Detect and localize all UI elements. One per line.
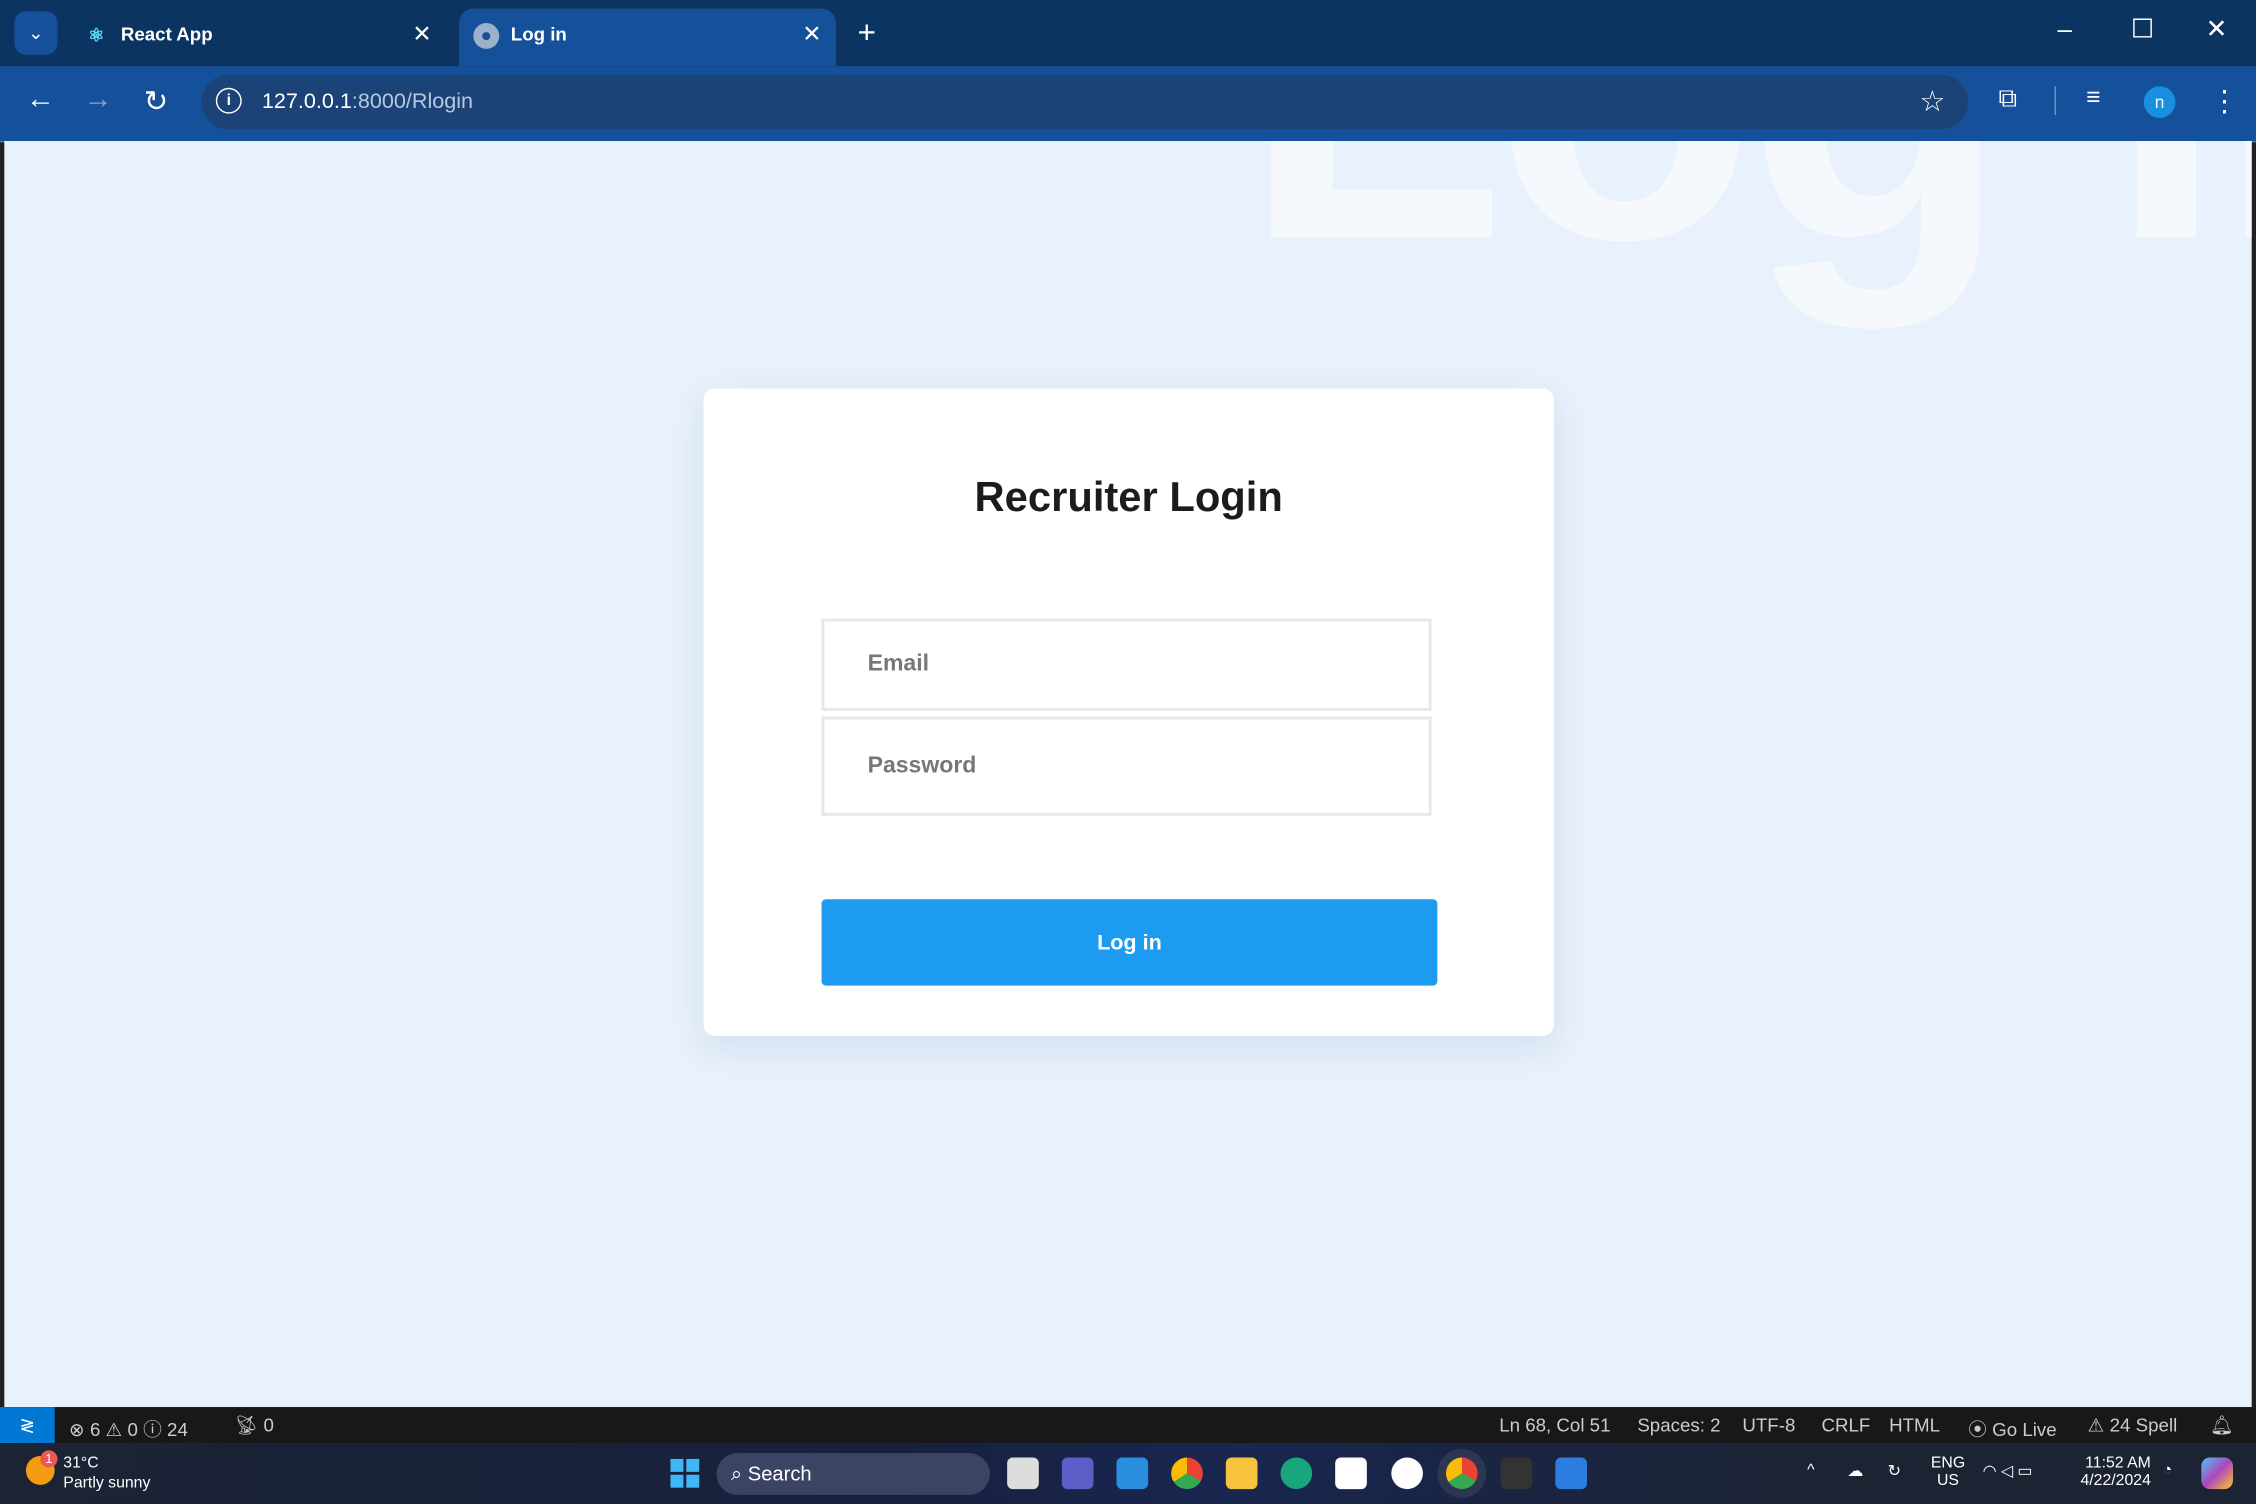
url-text[interactable]: 127.0.0.1:8000/Rlogin [262,89,473,113]
password-input[interactable] [824,719,1429,813]
chrome-active-icon[interactable] [1445,1457,1478,1490]
vscode-icon[interactable] [1116,1457,1149,1490]
indentation[interactable]: Spaces: 2 [1637,1414,1720,1436]
email-input[interactable] [824,621,1429,708]
lang: ENG [1930,1454,1966,1472]
network-volume-battery-icons[interactable]: ◠ ◁ ▭ [1983,1462,2033,1480]
close-window-button[interactable]: ✕ [2206,14,2228,44]
toolbar-divider [2054,86,2057,116]
clock[interactable]: 11:52 AM 4/22/2024 [2080,1455,2150,1490]
weather-desc[interactable]: Partly sunny [63,1475,150,1492]
bell-icon[interactable]: 🔔︎ [2210,1414,2234,1437]
language-indicator[interactable]: ENG US [1931,1455,1965,1490]
warning-count: 0 [127,1418,138,1441]
maximize-button[interactable]: ☐ [2131,14,2154,44]
address-bar[interactable]: i 127.0.0.1:8000/Rlogin ☆ [201,74,1969,130]
weather-temp[interactable]: 31°C [63,1455,98,1472]
app-icon[interactable] [1555,1457,1587,1490]
react-icon: ⚛ [88,24,105,47]
start-button[interactable] [670,1458,700,1488]
watermark-text: Log in [1242,141,2252,337]
close-tab-icon[interactable]: ✕ [412,20,431,49]
date: 4/22/2024 [2080,1471,2151,1490]
error-count: 6 [89,1418,101,1441]
login-card: Recruiter Login Log in [703,388,1554,1036]
browser-toolbar: ← → ↻ i 127.0.0.1:8000/Rlogin ☆ ⧉ ≡ n ⋮ [0,66,2256,143]
forward-button[interactable]: → [83,83,112,116]
password-field[interactable] [821,716,1432,816]
minimize-button[interactable]: – [2057,14,2071,44]
whatsapp-icon[interactable] [1391,1457,1423,1490]
file-explorer-icon[interactable] [1225,1457,1258,1490]
tab-log-in[interactable]: ● Log in ✕ [458,8,836,67]
taskbar-search[interactable]: ⌕ Search [716,1453,990,1495]
tab-react-app[interactable]: ⚛ React App ✕ [69,9,446,67]
problems-indicator[interactable]: ⊗ 6 ⚠ 0 ⓘ 24 [69,1414,188,1441]
media-controls-icon[interactable]: ≡ [2086,83,2100,112]
browser-tab-bar: ⌄ ⚛ React App ✕ ● Log in ✕ + – ☐ ✕ [0,0,2256,67]
login-button[interactable]: Log in [821,899,1438,986]
profile-avatar[interactable]: n [2143,86,2176,118]
spell-label: 24 Spell [2109,1414,2178,1436]
tab-label: Log in [510,23,567,45]
onedrive-icon[interactable]: ☁ [1847,1462,1863,1480]
weather-badge: 1 [40,1450,58,1468]
language-mode[interactable]: HTML [1889,1414,1940,1436]
site-info-icon[interactable]: i [215,87,242,114]
search-label: Search [747,1461,812,1485]
info-count: 24 [167,1418,188,1441]
ports-indicator[interactable]: 📡︎ 0 [235,1414,274,1437]
edge-icon[interactable] [1280,1457,1313,1490]
line-ending[interactable]: CRLF [1821,1414,1870,1436]
encoding[interactable]: UTF-8 [1742,1414,1795,1436]
menu-icon[interactable]: ⋮ [2210,83,2239,119]
task-view-icon[interactable] [1007,1457,1039,1490]
spell-indicator[interactable]: ⚠ 24 Spell [2088,1414,2178,1437]
windows-taskbar: 1 31°C Partly sunny ⌕ Search ^ ☁ ↻ ENG US… [0,1443,2256,1504]
go-live-button[interactable]: ⦿ Go Live [1968,1414,2056,1441]
vscode-status-bar: ≷ ⊗ 6 ⚠ 0 ⓘ 24 📡︎ 0 Ln 68, Col 51 Spaces… [0,1407,2256,1444]
remote-icon[interactable]: ≷ [0,1407,55,1444]
new-tab-button[interactable]: + [858,14,877,51]
email-field[interactable] [821,618,1432,711]
region: US [1937,1471,1959,1490]
notification-icon[interactable]: ◔ [2162,1462,2172,1479]
reload-button[interactable]: ↻ [144,83,168,119]
page-content: Log in Recruiter Login Log in [4,141,2252,1408]
teams-icon[interactable] [1061,1457,1094,1490]
time: 11:52 AM [2085,1454,2151,1472]
search-icon: ⌕ [730,1461,743,1485]
go-live-label: Go Live [1992,1418,2057,1441]
terminal-icon[interactable] [1500,1457,1533,1490]
page-title: Recruiter Login [974,474,1283,521]
globe-icon: ● [473,23,500,49]
url-host: 127.0.0.1 [261,89,352,114]
tab-label: React App [120,23,213,45]
bookmark-star-icon[interactable]: ☆ [1919,83,1945,119]
screen: ⌄ ⚛ React App ✕ ● Log in ✕ + – ☐ ✕ ← → ↻… [0,0,2256,1504]
cursor-position[interactable]: Ln 68, Col 51 [1499,1414,1610,1436]
url-path: :8000/Rlogin [351,89,474,114]
extensions-icon[interactable]: ⧉ [1998,83,2017,113]
chrome-icon[interactable] [1171,1457,1203,1490]
tab-search-button[interactable]: ⌄ [14,11,58,55]
close-tab-icon[interactable]: ✕ [802,20,821,49]
sync-icon[interactable]: ↻ [1888,1462,1901,1480]
back-button[interactable]: ← [26,83,55,116]
tray-overflow-icon[interactable]: ^ [1807,1462,1814,1479]
store-icon[interactable] [1335,1457,1367,1490]
copilot-icon[interactable] [2201,1457,2233,1490]
ports-count: 0 [263,1414,274,1436]
